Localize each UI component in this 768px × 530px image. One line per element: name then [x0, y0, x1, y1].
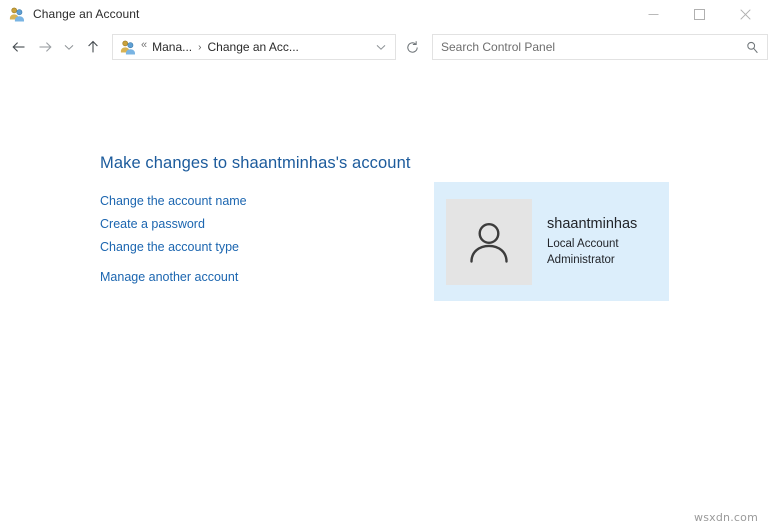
- user-avatar-icon: [463, 216, 515, 268]
- arrow-up-icon: [85, 39, 101, 55]
- breadcrumb-overflow[interactable]: «: [141, 40, 147, 51]
- account-info: shaantminhas Local Account Administrator: [547, 215, 637, 268]
- refresh-button[interactable]: [398, 34, 426, 60]
- link-change-account-name[interactable]: Change the account name: [100, 190, 247, 213]
- task-links: Change the account name Create a passwor…: [100, 190, 247, 289]
- minimize-button[interactable]: [630, 0, 676, 28]
- title-bar: Change an Account: [0, 0, 768, 28]
- window-controls: [630, 0, 768, 28]
- avatar: [446, 199, 532, 285]
- breadcrumb-item-change-account[interactable]: Change an Acc...: [208, 40, 299, 54]
- link-manage-another-account[interactable]: Manage another account: [100, 266, 247, 289]
- content-area: Make changes to shaantminhas's account C…: [0, 66, 768, 530]
- address-bar[interactable]: « Mana... › Change an Acc...: [112, 34, 396, 60]
- chevron-down-icon: [63, 41, 75, 53]
- back-button[interactable]: [6, 34, 32, 60]
- link-group-separator: [100, 259, 247, 266]
- watermark: wsxdn.com: [694, 511, 758, 524]
- search-input[interactable]: [441, 40, 741, 54]
- page-title: Make changes to shaantminhas's account: [100, 154, 411, 173]
- arrow-right-icon: [37, 39, 53, 55]
- close-button[interactable]: [722, 0, 768, 28]
- account-card: shaantminhas Local Account Administrator: [434, 182, 669, 301]
- arrow-left-icon: [11, 39, 27, 55]
- link-change-account-type[interactable]: Change the account type: [100, 236, 247, 259]
- maximize-button[interactable]: [676, 0, 722, 28]
- address-dropdown-button[interactable]: [369, 35, 393, 59]
- navigation-toolbar: « Mana... › Change an Acc...: [0, 28, 768, 66]
- link-create-password[interactable]: Create a password: [100, 213, 247, 236]
- user-accounts-icon: [120, 39, 136, 55]
- recent-locations-button[interactable]: [58, 34, 80, 60]
- account-name: shaantminhas: [547, 215, 637, 234]
- user-accounts-icon: [9, 6, 25, 22]
- search-box[interactable]: [432, 34, 768, 60]
- breadcrumb-item-manage[interactable]: Mana...: [152, 40, 192, 54]
- account-type: Local Account: [547, 236, 637, 252]
- title-bar-left: Change an Account: [0, 6, 139, 22]
- up-button[interactable]: [80, 34, 106, 60]
- breadcrumb-separator: ›: [198, 42, 201, 53]
- refresh-icon: [405, 40, 420, 55]
- window-title: Change an Account: [33, 7, 139, 21]
- chevron-down-icon: [375, 41, 387, 53]
- account-role: Administrator: [547, 252, 637, 268]
- search-icon[interactable]: [741, 36, 763, 58]
- forward-button[interactable]: [32, 34, 58, 60]
